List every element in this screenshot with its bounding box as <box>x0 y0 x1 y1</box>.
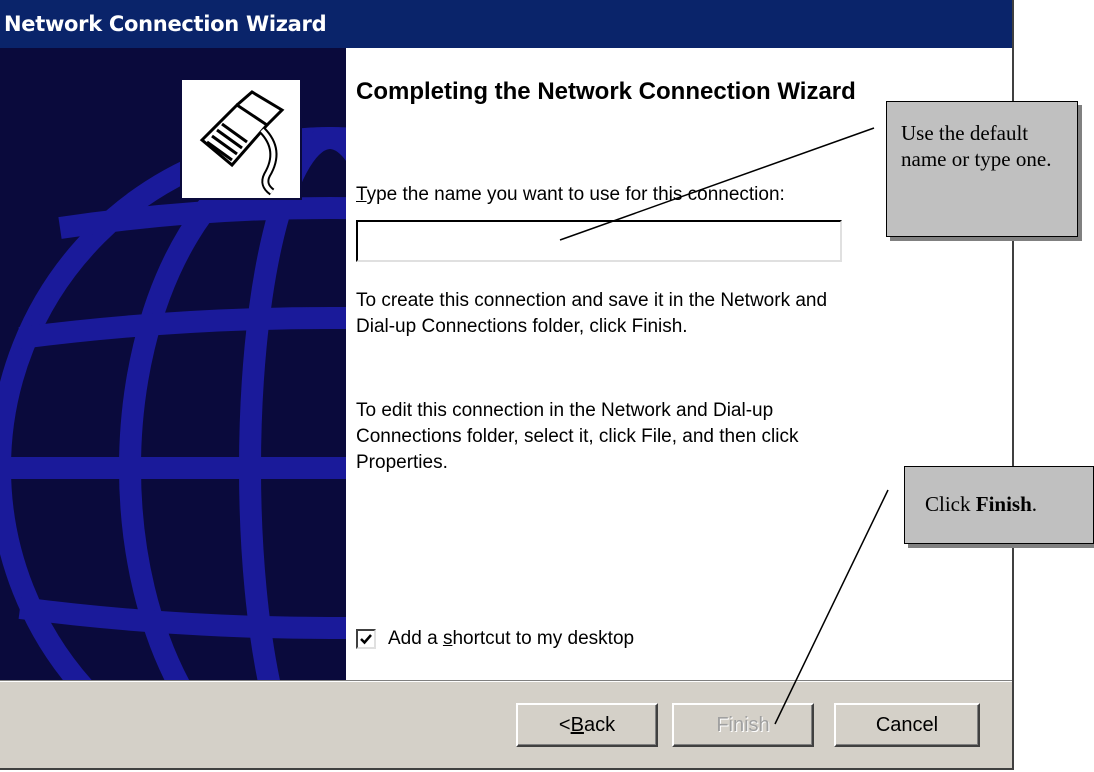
cancel-button[interactable]: Cancel <box>834 703 980 747</box>
shortcut-label-accel: s <box>442 628 453 649</box>
back-button[interactable]: < Back <box>516 703 658 747</box>
name-hint-callout: Use the default name or type one. <box>886 101 1078 237</box>
connection-name-label: Type the name you want to use for this c… <box>356 184 785 206</box>
title-bar[interactable]: Network Connection Wizard <box>0 0 1012 48</box>
edit-instructions: To edit this connection in the Network a… <box>356 400 799 473</box>
checkmark-icon <box>360 634 372 645</box>
wizard-heading: Completing the Network Connection Wizard <box>356 78 856 105</box>
label-accelerator: T <box>356 184 367 205</box>
wizard-window: Network Connection Wizard Completing the… <box>0 0 1014 770</box>
label-text: ype the name you want to use for this co… <box>366 184 785 205</box>
finish-instructions: To create this connection and save it in… <box>356 290 828 337</box>
footer-separator <box>0 680 1012 682</box>
shortcut-label-post: hortcut to my desktop <box>452 628 635 649</box>
back-label-post: ack <box>583 713 616 736</box>
finish-hint-post: . <box>1031 492 1038 516</box>
finish-button[interactable]: Finish <box>672 703 814 747</box>
finish-hint-callout: Click Finish. <box>904 466 1094 544</box>
desktop-shortcut-option[interactable]: Add a shortcut to my desktop <box>356 628 634 650</box>
connection-name-input[interactable] <box>356 220 842 262</box>
back-label-accel: B <box>570 713 584 736</box>
shortcut-label: Add a shortcut to my desktop <box>388 628 634 650</box>
finish-hint-bold: Finish <box>975 492 1032 516</box>
finish-hint-pre: Click <box>925 492 976 516</box>
shortcut-label-pre: Add a <box>388 628 443 649</box>
window-title: Network Connection Wizard <box>4 12 327 36</box>
desktop-shortcut-checkbox[interactable] <box>356 629 376 649</box>
back-label-pre: < <box>558 713 571 736</box>
network-plug-icon <box>180 78 302 200</box>
wizard-banner <box>0 48 346 680</box>
